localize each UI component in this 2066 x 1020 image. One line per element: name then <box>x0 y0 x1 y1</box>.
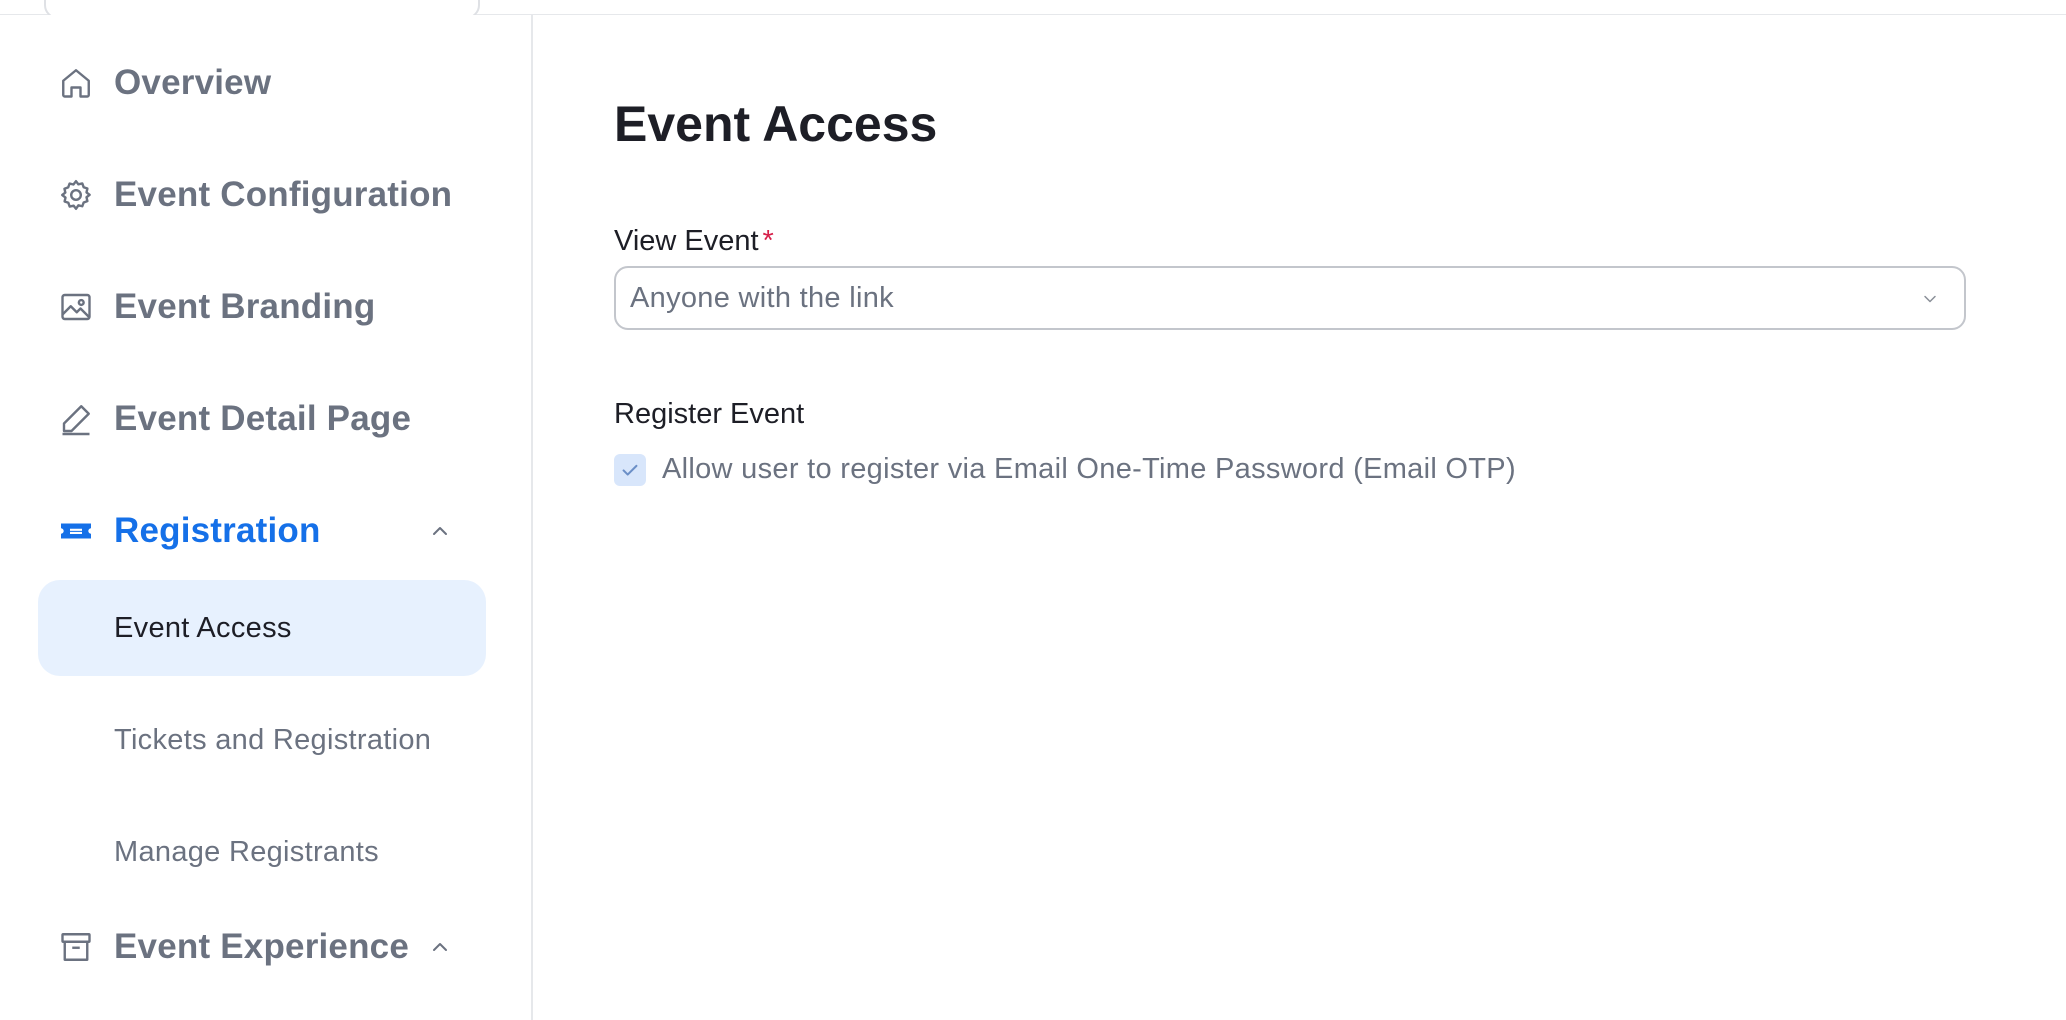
sidebar-item-label: Overview <box>114 63 272 102</box>
page-title: Event Access <box>614 96 938 152</box>
chevron-up-icon[interactable] <box>424 931 456 963</box>
chevron-down-icon <box>1916 285 1944 313</box>
email-otp-checkbox[interactable] <box>614 453 646 486</box>
sidebar-item-registration[interactable]: Registration <box>56 499 476 563</box>
sidebar-subitem-event-access[interactable]: Event Access <box>38 580 486 676</box>
sidebar-item-event-configuration[interactable]: Event Configuration <box>56 163 476 227</box>
sidebar-item-event-detail-page[interactable]: Event Detail Page <box>56 387 476 451</box>
sidebar-item-label: Event Experience <box>114 927 410 966</box>
top-bar <box>0 0 2066 19</box>
register-event-label: Register Event <box>614 398 805 430</box>
sidebar-subitem-tickets-and-registration[interactable]: Tickets and Registration <box>38 692 486 788</box>
required-marker: * <box>762 225 774 257</box>
sidebar-subitem-label: Event Access <box>114 611 292 644</box>
sidebar-item-event-branding[interactable]: Event Branding <box>56 275 476 339</box>
view-event-select-value: Anyone with the link <box>630 281 894 314</box>
email-otp-option[interactable]: Allow user to register via Email One-Tim… <box>614 453 1516 486</box>
sidebar-item-label: Event Detail Page <box>114 399 412 438</box>
sidebar-item-label: Event Branding <box>114 287 376 326</box>
checkmark-icon <box>622 464 638 476</box>
sidebar-item-label: Event Configuration <box>114 175 453 214</box>
pencil-icon <box>56 399 96 439</box>
sidebar-item-overview[interactable]: Overview <box>56 51 476 115</box>
view-event-label-text: View Event <box>614 225 759 257</box>
store-icon <box>56 927 96 967</box>
sidebar-item-event-experience[interactable]: Event Experience <box>56 915 476 979</box>
ticket-icon <box>56 511 96 551</box>
view-event-select[interactable]: Anyone with the link <box>614 266 1966 330</box>
sidebar: Overview Event Configuration Event Brand… <box>0 15 533 1020</box>
sidebar-subitem-label: Tickets and Registration <box>114 723 432 756</box>
sidebar-subitem-manage-registrants[interactable]: Manage Registrants <box>38 804 486 900</box>
home-icon <box>56 63 96 103</box>
sidebar-subitem-label: Manage Registrants <box>114 835 379 868</box>
sidebar-item-label: Registration <box>114 511 321 550</box>
chevron-up-icon[interactable] <box>424 515 456 547</box>
gear-icon <box>56 175 96 215</box>
image-icon <box>56 287 96 327</box>
email-otp-checkbox-label: Allow user to register via Email One-Tim… <box>662 453 1516 485</box>
view-event-label: View Event * <box>614 225 774 258</box>
